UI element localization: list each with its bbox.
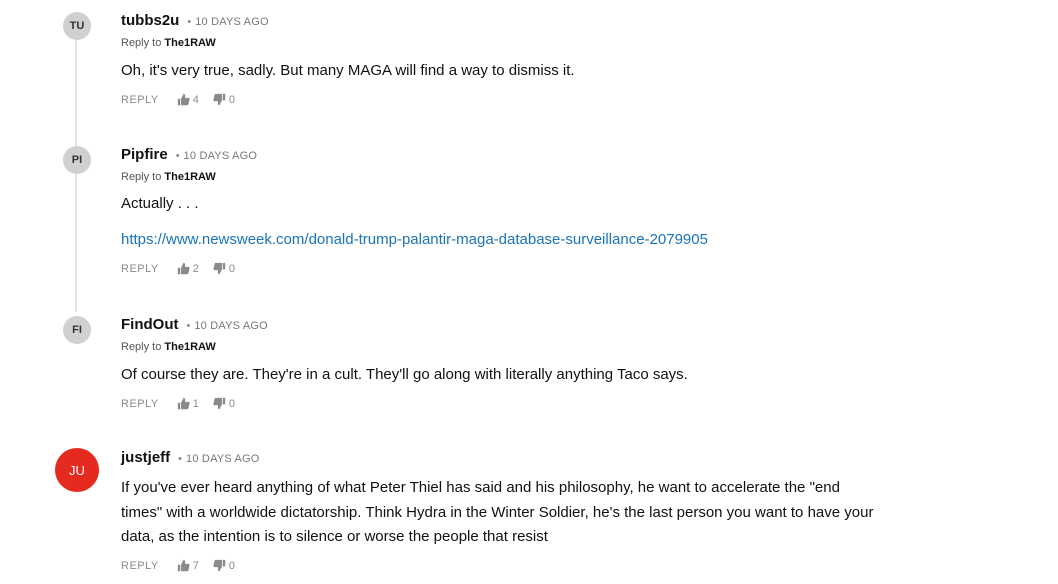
separator-dot: • (186, 320, 191, 332)
reply-to-user[interactable]: The1RAW (164, 341, 215, 353)
like-count: 1 (192, 397, 199, 410)
dislike-button[interactable]: 0 (213, 397, 235, 410)
comment-text-line: data, as the intention is to silence or … (121, 528, 548, 545)
reply-to-user[interactable]: The1RAW (164, 37, 215, 49)
comment-text: Of course they are. They're in a cult. T… (121, 366, 688, 383)
comment-text-line: times" with a worldwide dictatorship. Th… (121, 503, 874, 521)
reply-button[interactable]: REPLY (121, 263, 159, 275)
author-name[interactable]: Pipfire (121, 146, 168, 163)
comment-header: tubbs2u • 10 DAYS AGO (121, 12, 269, 29)
timestamp: 10 DAYS AGO (186, 453, 260, 465)
dislike-count: 0 (228, 397, 236, 410)
thread-line (75, 40, 77, 312)
dislike-count: 0 (228, 93, 236, 106)
thumbs-down-icon (213, 559, 226, 572)
reply-button[interactable]: REPLY (121, 398, 159, 410)
comment-header: FindOut • 10 DAYS AGO (121, 316, 268, 333)
reply-to-line: Reply to The1RAW (121, 37, 216, 49)
thumbs-up-icon (177, 559, 190, 572)
timestamp: 10 DAYS AGO (194, 320, 268, 332)
avatar[interactable]: FI (63, 316, 91, 344)
dislike-count: 0 (228, 559, 236, 572)
comment-actions: REPLY 1 0 (121, 397, 235, 410)
comment-header: Pipfire • 10 DAYS AGO (121, 146, 257, 163)
thumbs-up-icon (177, 93, 190, 106)
author-name[interactable]: FindOut (121, 316, 178, 333)
like-count: 4 (192, 93, 199, 106)
avatar[interactable]: PI (63, 146, 91, 174)
separator-dot: • (175, 150, 180, 162)
comment-text: Actually . . . (121, 195, 199, 212)
avatar[interactable]: JU (55, 448, 99, 492)
dislike-button[interactable]: 0 (213, 93, 235, 106)
comment-actions: REPLY 7 0 (121, 559, 235, 572)
comment-actions: REPLY 2 0 (121, 262, 235, 275)
comment-header: justjeff • 10 DAYS AGO (121, 449, 260, 466)
reply-button[interactable]: REPLY (121, 560, 159, 572)
thumbs-down-icon (213, 397, 226, 410)
author-name[interactable]: justjeff (121, 449, 170, 466)
thumbs-down-icon (213, 93, 226, 106)
reply-to-line: Reply to The1RAW (121, 171, 216, 183)
comment-actions: REPLY 4 0 (121, 93, 235, 106)
avatar[interactable]: TU (63, 12, 91, 40)
dislike-button[interactable]: 0 (213, 559, 235, 572)
article-link[interactable]: https://www.newsweek.com/donald-trump-pa… (121, 231, 708, 248)
dislike-button[interactable]: 0 (213, 262, 235, 275)
reply-button[interactable]: REPLY (121, 94, 159, 106)
like-button[interactable]: 7 (177, 559, 199, 572)
like-count: 2 (192, 262, 199, 275)
reply-to-prefix: Reply to (121, 341, 162, 353)
thumbs-up-icon (177, 397, 190, 410)
like-button[interactable]: 1 (177, 397, 199, 410)
timestamp: 10 DAYS AGO (195, 16, 269, 28)
comment-text: Oh, it's very true, sadly. But many MAGA… (121, 62, 575, 79)
reply-to-user[interactable]: The1RAW (164, 171, 215, 183)
reply-to-prefix: Reply to (121, 171, 162, 183)
reply-to-line: Reply to The1RAW (121, 341, 216, 353)
thumbs-up-icon (177, 262, 190, 275)
separator-dot: • (178, 453, 183, 465)
reply-to-prefix: Reply to (121, 37, 162, 49)
thumbs-down-icon (213, 262, 226, 275)
like-count: 7 (192, 559, 199, 572)
like-button[interactable]: 4 (177, 93, 199, 106)
comment-text-line: If you've ever heard anything of what Pe… (121, 479, 840, 496)
timestamp: 10 DAYS AGO (183, 150, 258, 162)
like-button[interactable]: 2 (177, 262, 199, 275)
dislike-count: 0 (228, 262, 236, 275)
author-name[interactable]: tubbs2u (121, 12, 179, 29)
separator-dot: • (187, 16, 192, 28)
comment-text: If you've ever heard anything of what Pe… (121, 476, 873, 550)
